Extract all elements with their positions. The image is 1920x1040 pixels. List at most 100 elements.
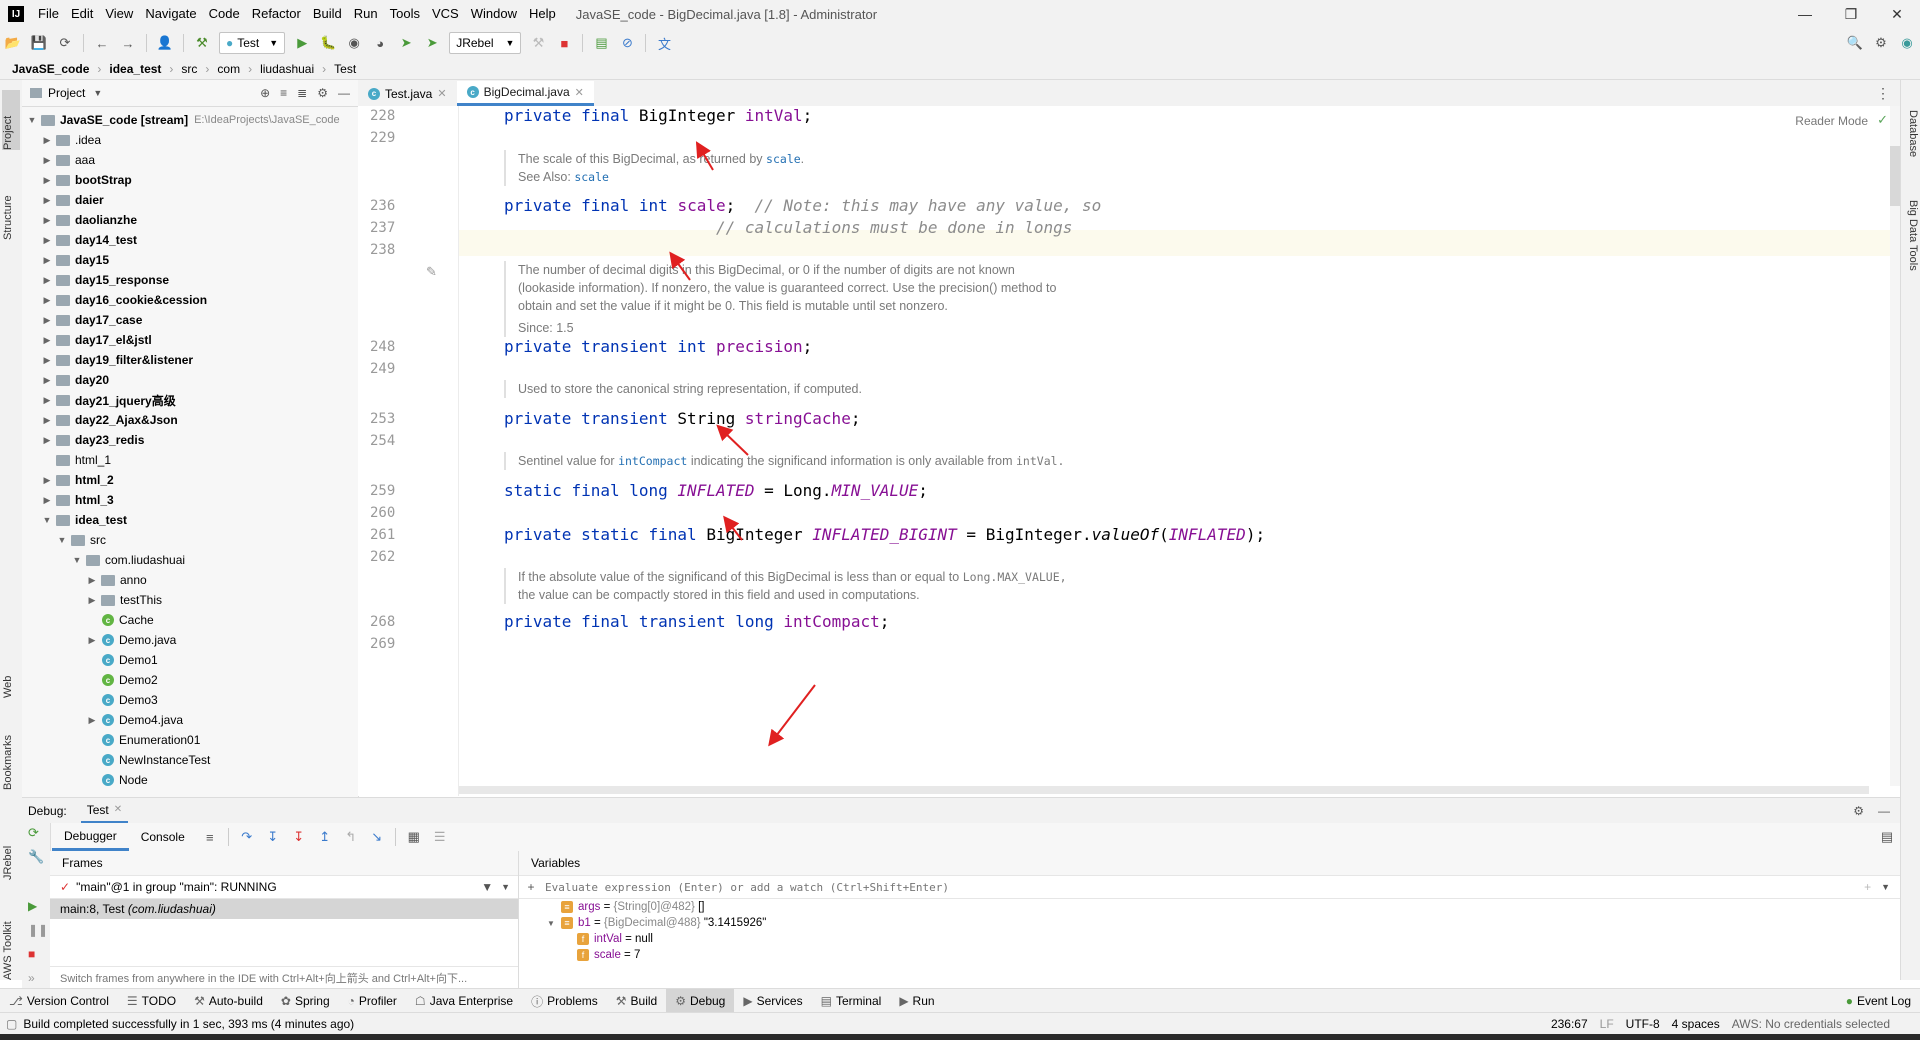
- tree-item[interactable]: ▶ html_2: [22, 470, 358, 490]
- open-folder-icon[interactable]: 📂: [2, 32, 24, 54]
- frame-row[interactable]: main:8, Test (com.liudashuai): [50, 899, 518, 919]
- tree-item[interactable]: ▶ c Demo.java: [22, 630, 358, 650]
- expand-icon[interactable]: »: [28, 971, 35, 985]
- chevron-down-icon[interactable]: ▼: [93, 88, 102, 98]
- tool-tab-big-data-tools[interactable]: Big Data Tools: [1903, 200, 1919, 310]
- step-over-icon[interactable]: ↷: [236, 826, 258, 848]
- gear-icon[interactable]: ⚙: [1870, 32, 1892, 54]
- tree-item[interactable]: ▶ day15_response: [22, 270, 358, 290]
- line-separator[interactable]: LF: [1600, 1017, 1614, 1031]
- add-watch-icon[interactable]: +: [519, 880, 543, 894]
- tool-tab-auto-build[interactable]: ⚒ Auto-build: [185, 989, 272, 1013]
- tree-item[interactable]: c Demo2: [22, 670, 358, 690]
- tree-item[interactable]: ▼ src: [22, 530, 358, 550]
- tool-tab-profiler[interactable]: ◔ Profiler: [339, 989, 406, 1013]
- horizontal-scrollbar[interactable]: [459, 786, 1869, 794]
- run-to-cursor-icon[interactable]: ↘: [366, 826, 388, 848]
- tree-item[interactable]: c Cache: [22, 610, 358, 630]
- tree-item[interactable]: c Demo3: [22, 690, 358, 710]
- crumb-module[interactable]: idea_test: [107, 62, 163, 76]
- menu-file[interactable]: File: [32, 0, 65, 28]
- chevron-right-icon[interactable]: ▶: [86, 575, 98, 586]
- tool-tab-structure[interactable]: Structure: [2, 165, 20, 240]
- tab-debugger[interactable]: Debugger: [52, 824, 129, 851]
- chevron-right-icon[interactable]: ▶: [41, 395, 53, 406]
- vertical-scrollbar[interactable]: [1890, 106, 1900, 786]
- pause-icon[interactable]: ❚❚: [28, 923, 48, 937]
- hammer-disabled-icon[interactable]: ⚒: [527, 32, 549, 54]
- tree-item[interactable]: ▶ day20: [22, 370, 358, 390]
- restore-layout-icon[interactable]: ▤: [1876, 826, 1898, 848]
- code-editor[interactable]: Reader Mode ✓ private final BigInteger i…: [459, 106, 1900, 796]
- tool-tab-web[interactable]: Web: [2, 658, 20, 698]
- resume-icon[interactable]: ▶: [28, 899, 37, 913]
- layout-icon[interactable]: ≡: [199, 826, 221, 848]
- gear-icon[interactable]: ⚙: [1853, 804, 1864, 818]
- tool-tab-version-control[interactable]: ⎇ Version Control: [0, 989, 118, 1013]
- variable-row[interactable]: f intVal = null: [547, 931, 1900, 947]
- chevron-right-icon[interactable]: ▶: [41, 155, 53, 166]
- chevron-down-icon[interactable]: ▼: [1881, 882, 1890, 892]
- chevron-right-icon[interactable]: ▶: [41, 195, 53, 206]
- rerun-icon[interactable]: ⟳: [28, 825, 39, 841]
- tree-item[interactable]: ▶ day21_jquery高级: [22, 390, 358, 410]
- save-icon[interactable]: 💾: [28, 32, 50, 54]
- thread-selector[interactable]: ✓ "main"@1 in group "main": RUNNING ▼ ▼: [50, 876, 518, 899]
- back-icon[interactable]: ←: [91, 32, 113, 54]
- force-step-into-icon[interactable]: ↧: [288, 826, 310, 848]
- crumb-package[interactable]: liudashuai: [258, 62, 316, 76]
- forward-icon[interactable]: →: [117, 32, 139, 54]
- coverage-icon[interactable]: ◉: [343, 32, 365, 54]
- stop-icon[interactable]: ■: [553, 32, 575, 54]
- close-tab-icon[interactable]: ✕: [437, 87, 446, 100]
- sync-icon[interactable]: ⟳: [54, 32, 76, 54]
- chevron-right-icon[interactable]: ▶: [86, 595, 98, 606]
- tab-bigdecimal-java[interactable]: c BigDecimal.java ✕: [456, 81, 594, 106]
- tree-item[interactable]: ▶ day19_filter&listener: [22, 350, 358, 370]
- tree-item[interactable]: ▶ daolianzhe: [22, 210, 358, 230]
- tool-tab-services[interactable]: ▶ Services: [734, 989, 811, 1013]
- file-encoding[interactable]: UTF-8: [1626, 1017, 1660, 1031]
- tool-tab-build[interactable]: ⚒ Build: [607, 989, 666, 1013]
- tree-item[interactable]: html_1: [22, 450, 358, 470]
- menu-vcs[interactable]: VCS: [426, 0, 465, 28]
- menu-view[interactable]: View: [99, 0, 139, 28]
- chevron-right-icon[interactable]: ▶: [41, 175, 53, 186]
- translate-icon[interactable]: 文: [653, 32, 675, 54]
- collapse-all-icon[interactable]: ≣: [297, 86, 307, 100]
- tree-item[interactable]: ▶ day23_redis: [22, 430, 358, 450]
- tree-item[interactable]: c Demo1: [22, 650, 358, 670]
- chevron-right-icon[interactable]: ▶: [41, 355, 53, 366]
- menu-edit[interactable]: Edit: [65, 0, 99, 28]
- chevron-down-icon[interactable]: ▼: [501, 882, 510, 892]
- reader-mode-toggle[interactable]: Reader Mode: [1795, 114, 1868, 128]
- tool-tab-run[interactable]: ▶ Run: [890, 989, 943, 1013]
- calculator-icon[interactable]: ▦: [403, 826, 425, 848]
- jrebel-select[interactable]: JRebel ▼: [449, 32, 522, 54]
- tree-item[interactable]: ▶ testThis: [22, 590, 358, 610]
- menu-refactor[interactable]: Refactor: [246, 0, 307, 28]
- build-status-icon[interactable]: ▢: [6, 1017, 17, 1031]
- profiler-icon[interactable]: ◕: [369, 32, 391, 54]
- tree-item[interactable]: ▶ daier: [22, 190, 358, 210]
- debug-icon[interactable]: 🐛: [317, 32, 339, 54]
- chevron-down-icon[interactable]: ▼: [547, 919, 561, 928]
- tree-item[interactable]: c NewInstanceTest: [22, 750, 358, 770]
- chevron-right-icon[interactable]: ▶: [41, 415, 53, 426]
- debug-session-tab[interactable]: Test ✕: [80, 798, 129, 824]
- tree-item[interactable]: c Node: [22, 770, 358, 790]
- hammer-icon[interactable]: ⚒: [191, 32, 213, 54]
- tree-item[interactable]: ▶ day17_el&jstl: [22, 330, 358, 350]
- step-out-icon[interactable]: ↥: [314, 826, 336, 848]
- chevron-down-icon[interactable]: ▼: [26, 115, 38, 125]
- menu-build[interactable]: Build: [307, 0, 348, 28]
- variable-row[interactable]: f scale = 7: [547, 947, 1900, 963]
- tree-item[interactable]: ▶ aaa: [22, 150, 358, 170]
- chevron-right-icon[interactable]: ▶: [41, 435, 53, 446]
- tool-tab-spring[interactable]: ✿ Spring: [272, 989, 339, 1013]
- no-entry-icon[interactable]: ⊘: [616, 32, 638, 54]
- chevron-right-icon[interactable]: ▶: [41, 475, 53, 486]
- tree-item[interactable]: ▶ .idea: [22, 130, 358, 150]
- jrebel-debug-icon[interactable]: ➤: [421, 32, 443, 54]
- tool-tab-todo[interactable]: ☰ TODO: [118, 989, 185, 1013]
